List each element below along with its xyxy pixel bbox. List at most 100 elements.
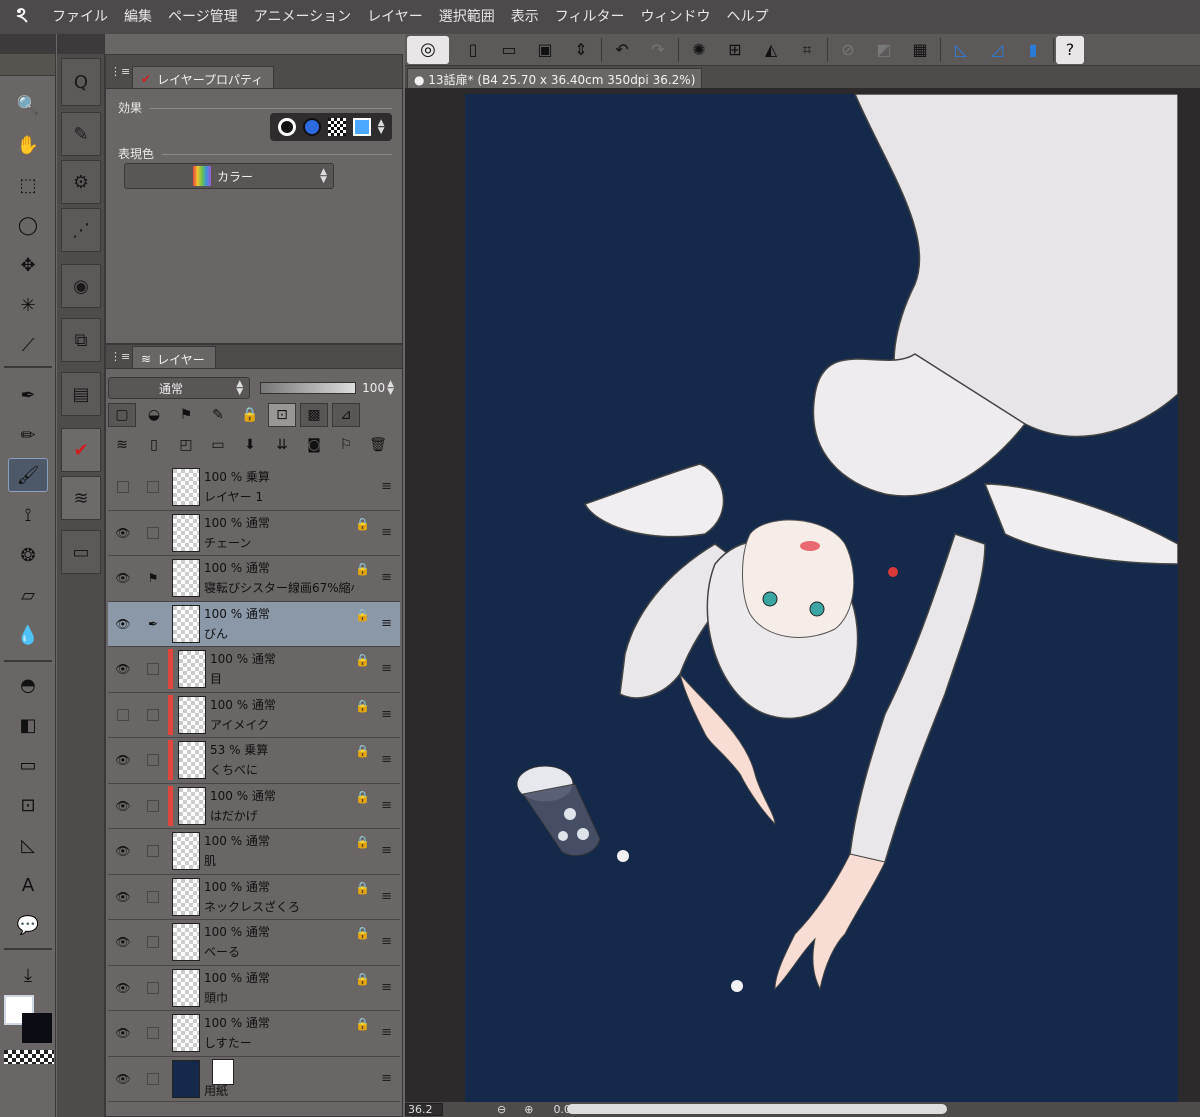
apply-mask-icon[interactable]: ⚐ bbox=[332, 433, 360, 457]
lasso-icon[interactable]: ◯ bbox=[8, 208, 48, 242]
eyedropper-icon[interactable]: ⟋ bbox=[8, 328, 48, 362]
redo-icon[interactable]: ↷ bbox=[640, 36, 676, 64]
hand-icon[interactable]: ✋ bbox=[8, 128, 48, 162]
clear-outside-icon[interactable]: ⊞ bbox=[717, 36, 753, 64]
clear-icon[interactable]: ✺ bbox=[681, 36, 717, 64]
show-selection-icon[interactable]: ▦ bbox=[902, 36, 938, 64]
quick-access-icon[interactable]: Q bbox=[61, 58, 101, 106]
layer-edit-toggle[interactable]: ⚑ bbox=[138, 571, 168, 585]
transparent-color-swatch[interactable] bbox=[4, 1050, 54, 1064]
layer-drag-handle-icon[interactable]: ≡ bbox=[381, 525, 392, 540]
save-options-icon[interactable]: ⇕ bbox=[563, 36, 599, 64]
menu-selection[interactable]: 選択範囲 bbox=[431, 0, 503, 34]
menu-filter[interactable]: フィルター bbox=[547, 0, 633, 34]
brush-icon[interactable]: 🖌 bbox=[8, 458, 48, 492]
menu-help[interactable]: ヘルプ bbox=[719, 0, 777, 34]
save-icon[interactable]: ▣ bbox=[527, 36, 563, 64]
layer-edit-toggle[interactable] bbox=[138, 526, 168, 539]
object-icon[interactable]: ⬚ bbox=[8, 168, 48, 202]
panel-menu-icon[interactable]: ⋮≡ bbox=[110, 65, 132, 78]
layer-row[interactable]: 👁 100 % 通常肌 🔒 ≡ bbox=[108, 829, 400, 875]
layer-row[interactable]: 100 % 通常 アイメイク 🔒 ≡ bbox=[108, 693, 400, 738]
layer-edit-toggle[interactable] bbox=[138, 890, 168, 903]
layer-row[interactable]: 👁 100 % 通常 チェーン 🔒 ≡ bbox=[108, 511, 400, 556]
layer-edit-toggle[interactable] bbox=[138, 799, 168, 812]
tool-property-icon[interactable]: ⚙ bbox=[61, 160, 101, 204]
tab-layer[interactable]: ≋ レイヤー bbox=[132, 346, 216, 368]
artwork-canvas[interactable] bbox=[465, 94, 1178, 1102]
ruler-icon[interactable]: ◺ bbox=[8, 828, 48, 862]
layer-drag-handle-icon[interactable]: ≡ bbox=[381, 479, 392, 494]
new-vector-layer-icon[interactable]: ◰ bbox=[172, 433, 200, 457]
navigator-icon[interactable]: ⧉ bbox=[61, 318, 101, 362]
transform-icon[interactable]: ⌗ bbox=[789, 36, 825, 64]
layer-edit-toggle[interactable]: ✒ bbox=[138, 617, 168, 631]
border-effect-icon[interactable] bbox=[277, 118, 296, 136]
layer-color-icon[interactable] bbox=[352, 118, 371, 136]
correction-icon[interactable]: ⤓ bbox=[8, 958, 48, 992]
layer-drag-handle-icon[interactable]: ≡ bbox=[381, 1025, 392, 1040]
layer-row[interactable]: 👁 100 % 通常 ベーる 🔒 ≡ bbox=[108, 920, 400, 966]
eye-icon[interactable]: 👁 bbox=[108, 981, 138, 995]
layer-row[interactable]: 👁 ⚑ 100 % 通常 寝転びシスター線画67%縮小 🔒 ≡ bbox=[108, 556, 400, 602]
layer-edit-toggle[interactable] bbox=[138, 845, 168, 858]
layer-drag-handle-icon[interactable]: ≡ bbox=[381, 843, 392, 858]
layer-row[interactable]: 👁 100 % 通常目 🔒 ≡ bbox=[108, 647, 400, 693]
layer-drag-handle-icon[interactable]: ≡ bbox=[381, 889, 392, 904]
opacity-slider[interactable] bbox=[260, 382, 357, 394]
layer-drag-handle-icon[interactable]: ≡ bbox=[381, 934, 392, 949]
help-icon[interactable]: ? bbox=[1056, 35, 1084, 64]
blend-icon[interactable]: 💧 bbox=[8, 618, 48, 652]
layer-edit-toggle[interactable] bbox=[138, 663, 168, 676]
zoom-icon[interactable]: 🔍 bbox=[8, 88, 48, 122]
layer-row[interactable]: 👁 100 % 通常 はだかげ 🔒 ≡ bbox=[108, 784, 400, 829]
eye-icon[interactable]: 👁 bbox=[108, 890, 138, 904]
layer-row[interactable]: 👁 100 % 通常 頭巾 🔒 ≡ bbox=[108, 966, 400, 1011]
eye-icon[interactable]: 👁 bbox=[108, 617, 138, 631]
menu-animation[interactable]: アニメーション bbox=[246, 0, 359, 34]
layer-row[interactable]: 👁 100 % 通常 しすたー 🔒 ≡ bbox=[108, 1011, 400, 1057]
new-folder-icon[interactable]: ▭ bbox=[204, 433, 232, 457]
new-raster-layer-icon[interactable]: ▯ bbox=[140, 433, 168, 457]
eye-icon[interactable]: 👁 bbox=[108, 844, 138, 858]
hidden-toggle[interactable] bbox=[117, 481, 129, 494]
open-file-icon[interactable]: ▭ bbox=[491, 36, 527, 64]
magic-wand-icon[interactable]: ✳ bbox=[8, 288, 48, 322]
menu-edit[interactable]: 編集 bbox=[116, 0, 160, 34]
layer-row[interactable]: 👁 53 % 乗算 くちべに 🔒 ≡ bbox=[108, 738, 400, 784]
merge-down-icon[interactable]: ⇊ bbox=[268, 433, 296, 457]
eye-icon[interactable]: 👁 bbox=[108, 1072, 138, 1086]
expression-color-select[interactable]: カラー ▲ ▼ bbox=[124, 163, 334, 189]
hidden-toggle[interactable] bbox=[117, 708, 129, 721]
zoom-field[interactable]: 36.2 bbox=[405, 1103, 443, 1116]
fill-icon[interactable]: ◭ bbox=[753, 36, 789, 64]
layer-color-select-icon[interactable]: ▢ bbox=[108, 403, 136, 427]
layer-drag-handle-icon[interactable]: ≡ bbox=[381, 616, 392, 631]
tone-effect-icon[interactable] bbox=[327, 118, 346, 136]
eye-icon[interactable]: 👁 bbox=[108, 662, 138, 676]
create-mask-icon[interactable]: ◙ bbox=[300, 433, 328, 457]
snap-special-ruler-icon[interactable]: ◿ bbox=[979, 36, 1015, 64]
move-icon[interactable]: ✥ bbox=[8, 248, 48, 282]
layer-drag-handle-icon[interactable]: ≡ bbox=[381, 1071, 392, 1086]
layer-drag-handle-icon[interactable]: ≡ bbox=[381, 980, 392, 995]
layer-edit-toggle[interactable] bbox=[138, 1027, 168, 1040]
figure-icon[interactable]: ▭ bbox=[8, 748, 48, 782]
lock-transparent-icon[interactable]: ⊡ bbox=[268, 403, 296, 427]
zoom-out-icon[interactable]: ⊖ bbox=[497, 1103, 506, 1116]
invert-selection-icon[interactable]: ◩ bbox=[866, 36, 902, 64]
app-logo-icon[interactable]: ঽ bbox=[0, 0, 44, 34]
reference-layer-icon[interactable]: ⚑ bbox=[172, 403, 200, 427]
fill-icon[interactable]: ◓ bbox=[8, 668, 48, 702]
eye-icon[interactable]: 👁 bbox=[108, 1026, 138, 1040]
airbrush-icon[interactable]: ⟟ bbox=[8, 498, 48, 532]
effect-scroll-icon[interactable]: ▲ ▼ bbox=[378, 119, 385, 136]
layer-stack-icon[interactable]: ≋ bbox=[108, 433, 136, 457]
brush-size-icon[interactable]: ⋰ bbox=[61, 208, 101, 252]
layer-palette-icon[interactable]: ≋ bbox=[61, 476, 101, 520]
horizontal-scrollbar[interactable] bbox=[567, 1104, 947, 1114]
layer-row[interactable]: 👁 ✒ 100 % 通常 びん 🔒 ≡ bbox=[108, 601, 400, 647]
menu-file[interactable]: ファイル bbox=[44, 0, 116, 34]
menu-window[interactable]: ウィンドウ bbox=[633, 0, 719, 34]
gradient-icon[interactable]: ◧ bbox=[8, 708, 48, 742]
